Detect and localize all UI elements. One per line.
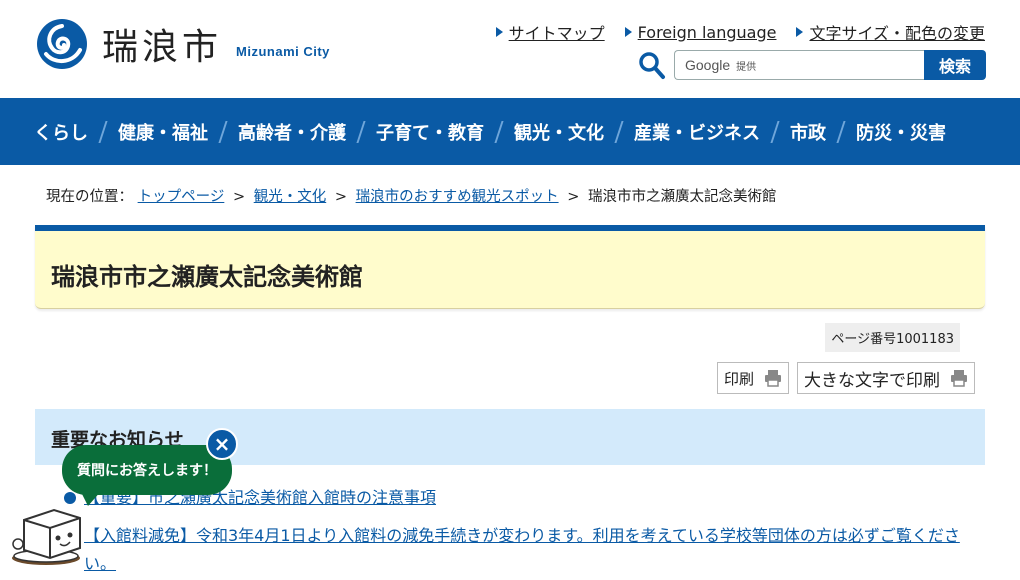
breadcrumb-separator: > xyxy=(232,189,246,205)
sitemap-link[interactable]: サイトマップ xyxy=(495,20,605,44)
nav-item-kurashi[interactable]: くらし xyxy=(34,119,88,145)
page-title: 瑞浪市市之瀬廣太記念美術館 xyxy=(51,263,363,291)
notice-link[interactable]: 【入館料減免】令和3年4月1日より入館料の減免手続きが変わります。利用を考えてい… xyxy=(84,522,964,578)
close-icon[interactable]: × xyxy=(206,428,238,460)
chatbot-bubble[interactable]: 質問にお答えします！ xyxy=(62,445,232,495)
breadcrumb-link-top[interactable]: トップページ xyxy=(138,189,225,205)
triangle-icon xyxy=(624,27,632,37)
nav-separator xyxy=(836,120,846,143)
breadcrumb-prefix: 現在の位置： xyxy=(46,189,133,205)
triangle-icon xyxy=(796,27,804,37)
nav-item-industry-business[interactable]: 産業・ビジネス xyxy=(634,119,760,145)
print-button[interactable]: 印刷 xyxy=(716,362,789,394)
print-buttons: 印刷 大きな文字で印刷 xyxy=(716,362,975,394)
breadcrumb-link-spots[interactable]: 瑞浪市のおすすめ観光スポット xyxy=(356,189,559,205)
breadcrumb-current: 瑞浪市市之瀬廣太記念美術館 xyxy=(587,189,777,205)
nav-item-city-government[interactable]: 市政 xyxy=(790,119,826,145)
chatbot-mascot-icon[interactable] xyxy=(10,504,88,566)
site-name-en: Mizunami City xyxy=(236,43,330,59)
nav-separator xyxy=(356,120,366,143)
page-title-box: 瑞浪市市之瀬廣太記念美術館 xyxy=(35,225,985,309)
breadcrumb-separator: > xyxy=(567,189,580,205)
text-size-color-link[interactable]: 文字サイズ・配色の変更 xyxy=(796,20,985,44)
utility-links: サイトマップ Foreign language 文字サイズ・配色の変更 xyxy=(495,20,985,44)
notice-list: 【重要】市之瀬廣太記念美術館入館時の注意事項 【入館料減免】令和3年4月1日より… xyxy=(64,484,964,580)
search-input[interactable]: Google 提供 xyxy=(674,50,924,80)
site-search: Google 提供 検索 xyxy=(638,50,986,80)
nav-separator xyxy=(770,120,780,143)
breadcrumb: 現在の位置： トップページ > 観光・文化 > 瑞浪市のおすすめ観光スポット >… xyxy=(46,185,776,206)
nav-separator xyxy=(218,120,228,143)
breadcrumb-link-tourism[interactable]: 観光・文化 xyxy=(254,189,327,205)
global-nav: くらし 健康・福祉 高齢者・介護 子育て・教育 観光・文化 産業・ビジネス 市政… xyxy=(0,98,1020,165)
search-button[interactable]: 検索 xyxy=(924,50,986,80)
nav-separator xyxy=(98,120,108,143)
nav-item-health-welfare[interactable]: 健康・福祉 xyxy=(118,119,208,145)
site-header: 瑞浪市 Mizunami City サイトマップ Foreign languag… xyxy=(0,0,1020,98)
nav-item-childcare-education[interactable]: 子育て・教育 xyxy=(376,119,484,145)
breadcrumb-separator: > xyxy=(334,189,347,205)
nav-item-tourism-culture[interactable]: 観光・文化 xyxy=(514,119,604,145)
site-logo[interactable]: 瑞浪市 Mizunami City xyxy=(36,18,330,70)
nav-item-disaster[interactable]: 防災・災害 xyxy=(856,119,946,145)
search-icon xyxy=(639,52,665,79)
foreign-language-link[interactable]: Foreign language xyxy=(624,20,776,44)
bullet-icon xyxy=(64,492,76,504)
nav-separator xyxy=(614,120,624,143)
printer-icon xyxy=(951,370,967,387)
triangle-icon xyxy=(495,27,503,37)
print-large-text-button[interactable]: 大きな文字で印刷 xyxy=(797,362,975,394)
list-item: 【入館料減免】令和3年4月1日より入館料の減免手続きが変わります。利用を考えてい… xyxy=(64,522,964,578)
site-name-jp: 瑞浪市 xyxy=(102,27,223,68)
nav-item-elderly-care[interactable]: 高齢者・介護 xyxy=(238,119,346,145)
page-number: ページ番号1001183 xyxy=(825,323,960,352)
printer-icon xyxy=(765,370,781,387)
nav-separator xyxy=(494,120,504,143)
city-emblem-icon xyxy=(37,19,87,69)
